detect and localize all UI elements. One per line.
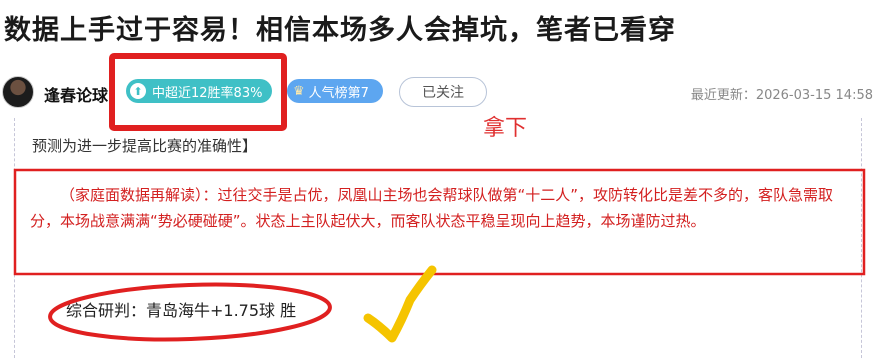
update-timestamp: 最近更新：2026-03-15 14:58 (690, 88, 873, 103)
hit-rate-badge[interactable]: ⬆ 中超近12胜率83% (126, 79, 272, 103)
author-avatar[interactable] (2, 76, 34, 108)
article-title: 数据上手过于容易！相信本场多人会掉坑，笔者已看穿 (4, 15, 676, 46)
highlighted-paragraph: （家庭面数据再解读）：过往交手是占优，凤凰山主场也会帮球队做第“十二人”，攻防转… (30, 186, 834, 230)
hit-rate-label: 中超近12胜率83% (152, 85, 263, 101)
crown-icon: ♛ (293, 83, 305, 99)
popularity-label: 人气榜第7 (308, 85, 369, 101)
follow-button[interactable]: 已关注 (399, 77, 487, 107)
annotation-label: 拿下 (483, 116, 528, 141)
verdict-text: 综合研判：青岛海牛+1.75球 胜 (66, 301, 297, 320)
arrow-up-icon: ⬆ (130, 83, 146, 99)
author-name[interactable]: 逢春论球 (44, 82, 108, 106)
article-paragraph: 预测为进一步提高比赛的准确性】 (32, 137, 258, 155)
popularity-badge[interactable]: ♛ 人气榜第7 (287, 79, 383, 103)
